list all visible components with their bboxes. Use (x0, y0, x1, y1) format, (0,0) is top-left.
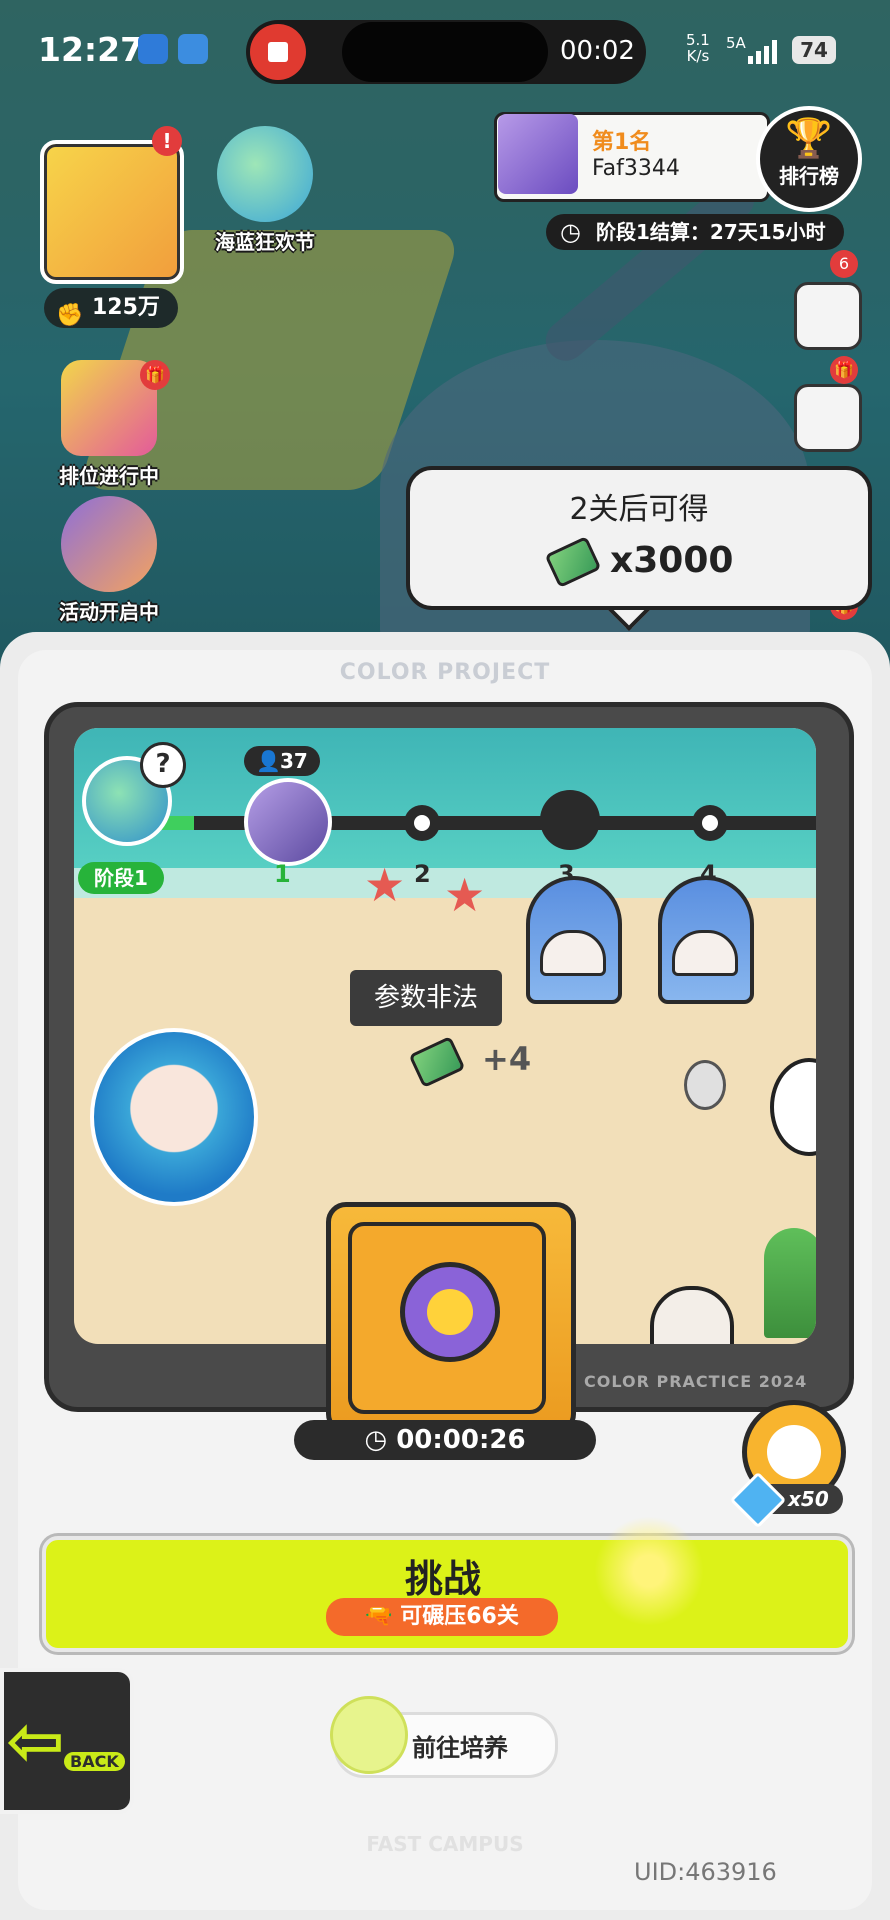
event-icon (61, 496, 157, 592)
stage-node[interactable] (692, 805, 728, 841)
signal-label: 5A (726, 34, 746, 52)
event-label: 活动开启中 (59, 600, 159, 624)
alarm-clock-icon (767, 1425, 821, 1479)
train-icon (330, 1696, 408, 1774)
node-label: 2 (414, 860, 431, 888)
rank-position: 第1名 (592, 130, 652, 155)
side-badge-count: 6 (830, 250, 858, 278)
crush-levels-badge: 🔫 可碾压66关 (326, 1598, 558, 1636)
starfish-icon: ★ (444, 868, 486, 922)
player-count-value: 37 (280, 749, 308, 773)
app-notification-icon (178, 34, 208, 64)
clock-icon: ◷ (560, 218, 581, 246)
tooltip-title: 2关后可得 (569, 492, 709, 527)
signal-bars-icon (748, 38, 784, 64)
tooltip-reward: x3000 (544, 535, 734, 589)
safe-timer: ◷ 00:00:26 (294, 1420, 596, 1460)
cash-icon (408, 1035, 474, 1089)
checklist-icon[interactable] (794, 384, 862, 452)
top-player-name: Faf3344 (592, 156, 680, 181)
gun-icon: 🔫 (365, 1604, 401, 1629)
safe-timer-value: 00:00:26 (396, 1425, 526, 1455)
cash-icon (544, 535, 602, 589)
crush-levels-text: 可碾压66关 (400, 1604, 519, 1629)
panda-enemy (770, 1058, 816, 1156)
shark-enemy (526, 876, 622, 1004)
event-activity[interactable]: 活动开启中 (44, 496, 174, 625)
power-value: 125万 (92, 295, 160, 320)
safe-dial-icon (400, 1262, 500, 1362)
gift-badge-icon: 🎁 (830, 356, 858, 384)
footer-watermark: FAST CAMPUS (366, 1832, 524, 1856)
node-label: 1 (274, 860, 291, 888)
network-speed-value: 5.1 (686, 31, 710, 49)
tooltip-reward-amount: x3000 (610, 540, 734, 581)
player-avatar[interactable] (40, 140, 184, 284)
battery-icon: 74 (792, 36, 836, 64)
top-player-avatar (498, 114, 578, 194)
map-watermark: COLOR PRACTICE 2024 (584, 1372, 808, 1391)
train-label: 前往培养 (412, 1734, 508, 1762)
stage-node[interactable] (404, 805, 440, 841)
current-player-marker (244, 778, 332, 866)
person-icon: 👤 (256, 749, 281, 773)
starfish-icon: ★ (364, 858, 406, 912)
user-id: UID:463916 (634, 1858, 777, 1886)
leaderboard-button-label: 排行榜 (779, 164, 839, 188)
challenge-label: 挑战 (404, 1557, 481, 1601)
power-display: ✊ 125万 (44, 288, 178, 328)
back-arrow-icon: ⇦ (6, 1700, 65, 1782)
beach-carnival-icon (217, 126, 313, 222)
stage-settlement-text: 阶段1结算：27天15小时 (596, 220, 826, 244)
shark-enemy (658, 876, 754, 1004)
fist-icon: ✊ (56, 303, 84, 328)
clock-icon: ◷ (364, 1425, 397, 1455)
pirate-enemy (650, 1286, 734, 1344)
reward-node[interactable] (540, 790, 600, 850)
leaderboard-button[interactable]: 🏆 排行榜 (756, 106, 862, 212)
pig-icon[interactable] (794, 282, 862, 350)
player-count: 👤 37 (244, 746, 320, 776)
stop-icon (268, 42, 288, 62)
camera-cutout (342, 22, 548, 82)
trophy-icon: 🏆 (785, 116, 833, 160)
back-label: BACK (64, 1752, 125, 1771)
event-label: 排位进行中 (59, 464, 159, 488)
palm-tree (764, 1228, 816, 1338)
avatar-alert-badge: ! (152, 126, 182, 156)
stage-settlement-timer: ◷ 阶段1结算：27天15小时 (546, 214, 844, 250)
event-beach-carnival[interactable]: 海蓝狂欢节 (200, 126, 330, 255)
cash-gain: +4 (482, 1040, 532, 1078)
panel-header: COLOR PROJECT (339, 660, 551, 685)
chat-notification-icon (138, 34, 168, 64)
event-label: 海蓝狂欢节 (215, 230, 315, 254)
gift-badge-icon: 🎁 (140, 360, 170, 390)
status-time: 12:27 (38, 30, 144, 69)
status-bar: 12:27 00:02 5.1 K/s 5A 74 (0, 0, 890, 100)
network-speed-unit: K/s (686, 47, 710, 65)
map-sea (74, 728, 816, 868)
network-speed: 5.1 K/s (686, 32, 710, 64)
help-button[interactable]: ? (140, 742, 186, 788)
ghost-marker-icon (684, 1060, 726, 1110)
error-toast: 参数非法 (350, 970, 503, 1026)
player-character (90, 1028, 258, 1206)
recording-time: 00:02 (560, 36, 635, 66)
stage-pill: 阶段1 (78, 862, 164, 894)
